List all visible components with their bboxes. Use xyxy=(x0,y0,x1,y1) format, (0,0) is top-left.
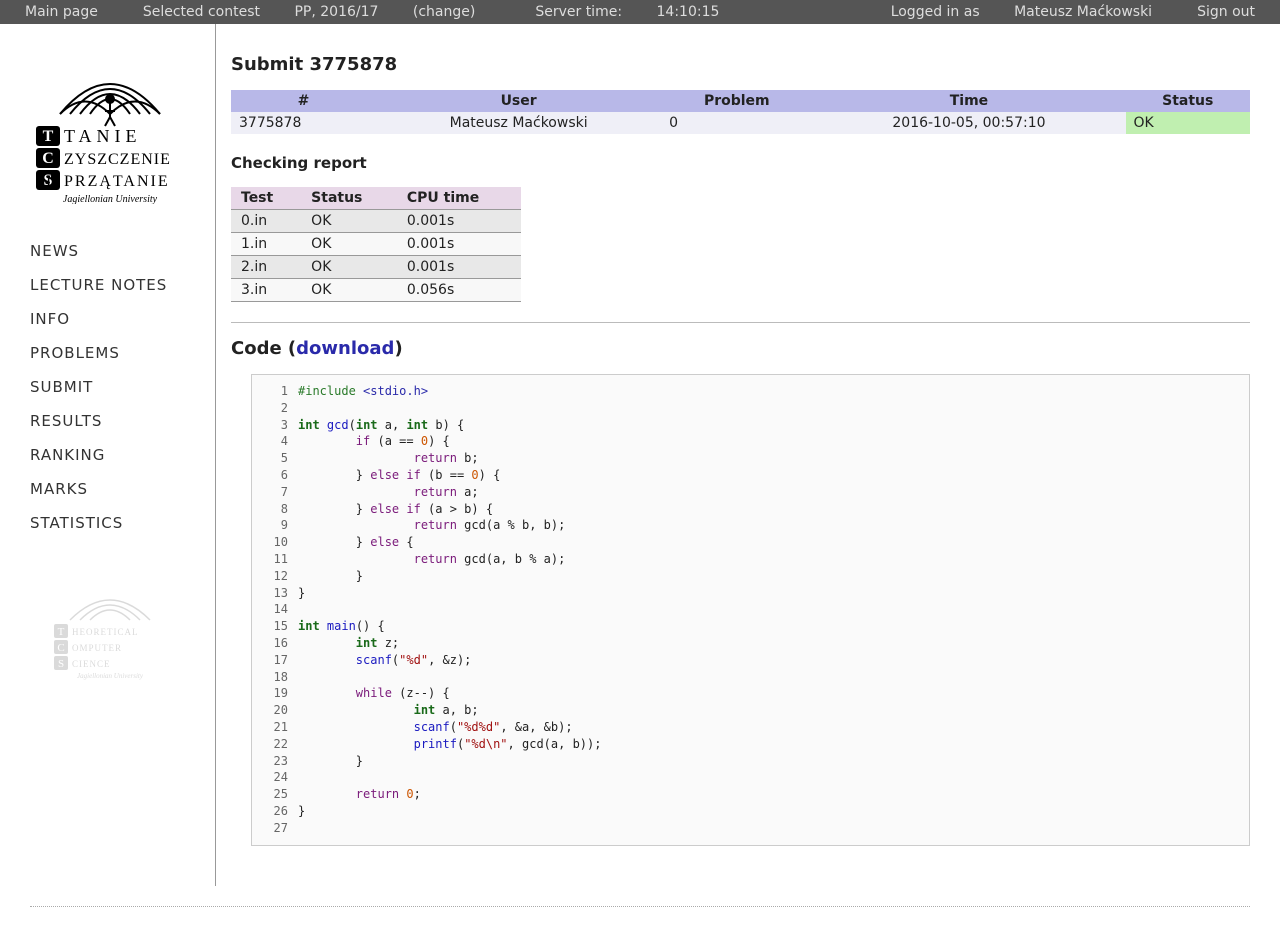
nav-item[interactable]: INFO xyxy=(30,302,215,336)
logo-icon: T TANIE C ZYSZCZENIE S I PRZĄTANIE Jagie… xyxy=(30,44,190,204)
nav-item[interactable]: RANKING xyxy=(30,438,215,472)
column-header: Status xyxy=(1126,90,1250,112)
submit-table: #UserProblemTimeStatus 3775878 Mateusz M… xyxy=(231,90,1250,134)
checking-heading: Checking report xyxy=(231,154,1250,172)
nav-item[interactable]: PROBLEMS xyxy=(30,336,215,370)
submit-time-cell: 2016-10-05, 00:57:10 xyxy=(812,112,1125,134)
logged-in-user: Logged in as Mateusz Maćkowski xyxy=(861,0,1182,24)
svg-text:I: I xyxy=(46,173,53,190)
svg-text:TANIE: TANIE xyxy=(64,126,142,146)
footer-divider xyxy=(30,906,1250,907)
nav-item[interactable]: SUBMIT xyxy=(30,370,215,404)
svg-text:T: T xyxy=(58,626,65,638)
check-row: 3.inOK0.056s xyxy=(231,279,521,302)
nav-item[interactable]: MARKS xyxy=(30,472,215,506)
nav-item[interactable]: NEWS xyxy=(30,234,215,268)
column-header: User xyxy=(376,90,661,112)
sidebar: T TANIE C ZYSZCZENIE S I PRZĄTANIE Jagie… xyxy=(0,24,216,886)
footer-logo: T HEORETICAL C OMPUTER S CIENCE Jagiello… xyxy=(50,580,170,684)
svg-text:T: T xyxy=(43,128,54,145)
svg-text:HEORETICAL: HEORETICAL xyxy=(72,627,139,637)
main-page-link[interactable]: Main page xyxy=(10,0,113,24)
column-header: CPU time xyxy=(397,187,521,210)
submit-user-cell: Mateusz Maćkowski xyxy=(376,112,661,134)
svg-text:Jagiellonian University: Jagiellonian University xyxy=(77,672,144,680)
check-row: 2.inOK0.001s xyxy=(231,256,521,279)
submit-problem-cell: 0 xyxy=(661,112,812,134)
code-listing: 1#include <stdio.h> 2 3int gcd(int a, in… xyxy=(251,374,1250,846)
code-heading: Code (download) xyxy=(231,338,1250,359)
svg-text:ZYSZCZENIE: ZYSZCZENIE xyxy=(64,151,171,168)
svg-text:Jagiellonian University: Jagiellonian University xyxy=(63,194,158,204)
check-row: 1.inOK0.001s xyxy=(231,233,521,256)
topbar: Main page Selected contest PP, 2016/17 (… xyxy=(0,0,1280,24)
check-row: 0.inOK0.001s xyxy=(231,210,521,233)
submit-id-cell: 3775878 xyxy=(231,112,376,134)
svg-text:S: S xyxy=(58,658,64,670)
column-header: Problem xyxy=(661,90,812,112)
download-link[interactable]: download xyxy=(296,338,394,359)
submit-heading: Submit 3775878 xyxy=(231,54,1250,75)
column-header: Test xyxy=(231,187,301,210)
svg-text:CIENCE: CIENCE xyxy=(72,659,111,669)
nav-item[interactable]: RESULTS xyxy=(30,404,215,438)
main-content: Submit 3775878 #UserProblemTimeStatus 37… xyxy=(216,24,1280,886)
change-contest-link[interactable]: (change) xyxy=(393,4,490,20)
server-time: Server time: 14:10:15 xyxy=(505,0,749,24)
svg-text:PRZĄTANIE: PRZĄTANIE xyxy=(64,173,170,190)
nav-list: NEWSLECTURE NOTESINFOPROBLEMSSUBMITRESUL… xyxy=(30,234,215,540)
selected-contest: Selected contest PP, 2016/17 (change) xyxy=(113,0,505,24)
submit-row: 3775878 Mateusz Maćkowski 0 2016-10-05, … xyxy=(231,112,1250,134)
column-header: # xyxy=(231,90,376,112)
checking-table: TestStatusCPU time 0.inOK0.001s1.inOK0.0… xyxy=(231,187,521,302)
nav-item[interactable]: STATISTICS xyxy=(30,506,215,540)
svg-text:C: C xyxy=(57,642,64,654)
column-header: Time xyxy=(812,90,1125,112)
divider xyxy=(231,322,1250,323)
submit-status-cell: OK xyxy=(1126,112,1250,134)
svg-text:OMPUTER: OMPUTER xyxy=(72,643,122,653)
site-logo: T TANIE C ZYSZCZENIE S I PRZĄTANIE Jagie… xyxy=(30,44,190,204)
svg-text:C: C xyxy=(42,150,54,167)
nav-item[interactable]: LECTURE NOTES xyxy=(30,268,215,302)
column-header: Status xyxy=(301,187,397,210)
sign-out-link[interactable]: Sign out xyxy=(1182,0,1270,24)
